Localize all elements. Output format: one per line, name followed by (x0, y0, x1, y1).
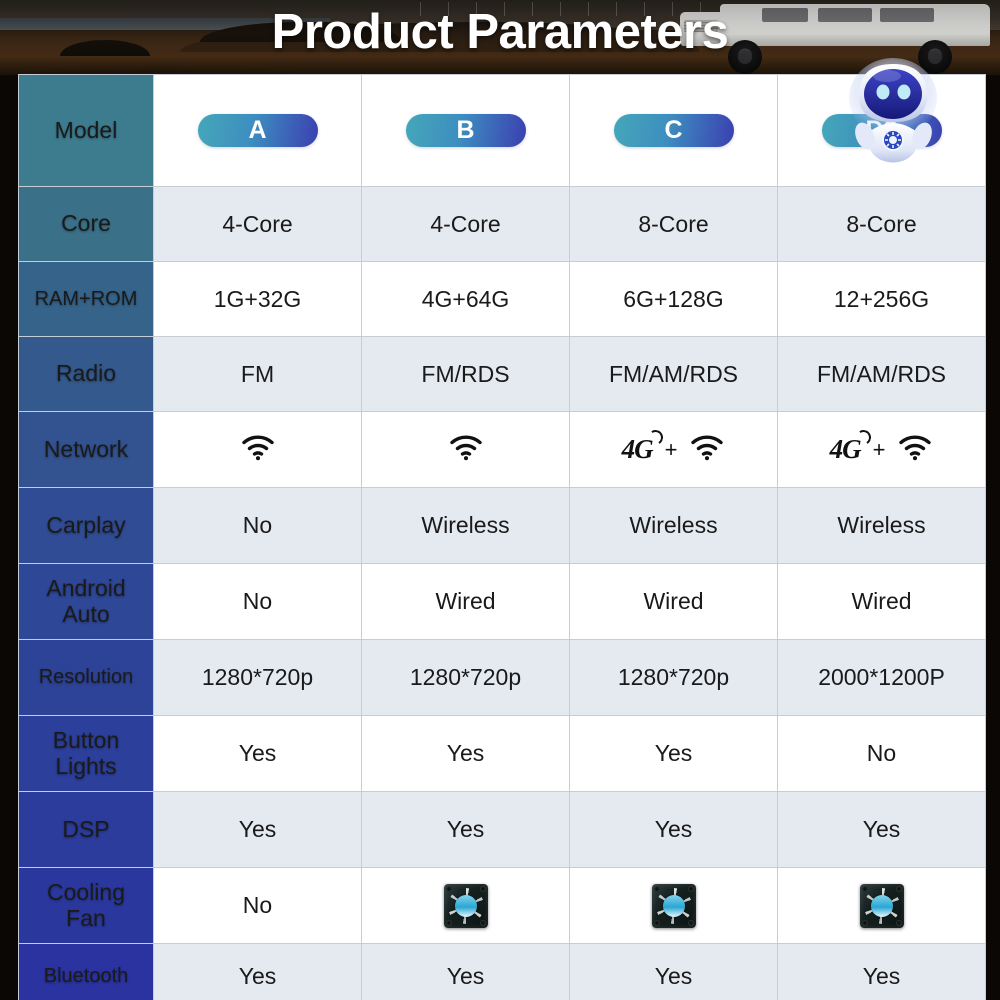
4g-icon: 4G (622, 428, 664, 465)
cell-dsp-c: Yes (569, 791, 778, 868)
row-label-cooling-fan: Cooling Fan (18, 867, 154, 944)
4g-icon: 4G (830, 428, 872, 465)
page-title: Product Parameters (271, 5, 729, 59)
cell-radio-a: FM (153, 336, 362, 412)
product-parameters-page: Product Parameters Model A B C D2 Core 4… (0, 0, 1000, 1000)
row-label-line2: Auto (62, 600, 110, 627)
cell-network-d: 4G + (777, 411, 986, 488)
cell-resolution-d: 2000*1200P (777, 639, 986, 716)
cell-ram-d: 12+256G (777, 261, 986, 337)
cell-network-c: 4G + (569, 411, 778, 488)
table-row-carplay: Carplay No Wireless Wireless Wireless (18, 487, 986, 564)
cell-ram-b: 4G+64G (361, 261, 570, 337)
cell-dsp-b: Yes (361, 791, 570, 868)
table-row-dsp: DSP Yes Yes Yes Yes (18, 791, 986, 868)
wifi-icon (240, 433, 276, 467)
table-row-button-lights: Button Lights Yes Yes Yes No (18, 715, 986, 792)
cell-bluetooth-b: Yes (361, 943, 570, 1000)
cell-androidauto-b: Wired (361, 563, 570, 640)
cell-carplay-c: Wireless (569, 487, 778, 564)
cell-radio-d: FM/AM/RDS (777, 336, 986, 412)
cell-radio-c: FM/AM/RDS (569, 336, 778, 412)
row-label-dsp: DSP (18, 791, 154, 868)
table-row-core: Core 4-Core 4-Core 8-Core 8-Core (18, 186, 986, 262)
table-row-network: Network 4G + 4G + (18, 411, 986, 488)
cell-carplay-d: Wireless (777, 487, 986, 564)
cell-coolingfan-c (569, 867, 778, 944)
cell-buttonlights-b: Yes (361, 715, 570, 792)
cell-coolingfan-a: No (153, 867, 362, 944)
wifi-icon (689, 433, 725, 467)
table-row-resolution: Resolution 1280*720p 1280*720p 1280*720p… (18, 639, 986, 716)
table-row-radio: Radio FM FM/RDS FM/AM/RDS FM/AM/RDS (18, 336, 986, 412)
cell-carplay-b: Wireless (361, 487, 570, 564)
cell-model-c[interactable]: C (569, 74, 778, 187)
table-row-android-auto: Android Auto No Wired Wired Wired (18, 563, 986, 640)
row-label-model: Model (18, 74, 154, 187)
row-label-network: Network (18, 411, 154, 488)
cell-bluetooth-d: Yes (777, 943, 986, 1000)
cell-model-b[interactable]: B (361, 74, 570, 187)
model-pill-b[interactable]: B (405, 114, 526, 147)
row-label-line2: Lights (55, 752, 117, 779)
model-pill-c[interactable]: C (613, 114, 734, 147)
table-row-model: Model A B C D2 (18, 74, 986, 187)
cell-carplay-a: No (153, 487, 362, 564)
row-label-bluetooth: Bluetooth (18, 943, 154, 1000)
cell-resolution-b: 1280*720p (361, 639, 570, 716)
cell-buttonlights-a: Yes (153, 715, 362, 792)
row-label-line1: Cooling (47, 878, 125, 905)
cell-bluetooth-a: Yes (153, 943, 362, 1000)
row-label-radio: Radio (18, 336, 154, 412)
cell-coolingfan-d (777, 867, 986, 944)
cell-core-d: 8-Core (777, 186, 986, 262)
cell-model-d[interactable]: D2 (777, 74, 986, 187)
row-label-resolution: Resolution (18, 639, 154, 716)
cell-androidauto-a: No (153, 563, 362, 640)
table-row-bluetooth: Bluetooth Yes Yes Yes Yes (18, 943, 986, 1000)
row-label-core: Core (18, 186, 154, 262)
model-pill-d[interactable]: D2 (821, 114, 942, 147)
cell-buttonlights-c: Yes (569, 715, 778, 792)
wifi-icon (897, 433, 933, 467)
cell-radio-b: FM/RDS (361, 336, 570, 412)
cooling-fan-icon (443, 883, 488, 928)
cell-core-b: 4-Core (361, 186, 570, 262)
cell-network-a (153, 411, 362, 488)
table-row-cooling-fan: Cooling Fan No (18, 867, 986, 944)
wifi-icon (448, 433, 484, 467)
row-label-carplay: Carplay (18, 487, 154, 564)
cell-core-c: 8-Core (569, 186, 778, 262)
row-label-line1: Button (52, 726, 120, 753)
cell-resolution-a: 1280*720p (153, 639, 362, 716)
cell-androidauto-d: Wired (777, 563, 986, 640)
cell-core-a: 4-Core (153, 186, 362, 262)
cell-ram-c: 6G+128G (569, 261, 778, 337)
row-label-android-auto: Android Auto (18, 563, 154, 640)
plus-symbol: + (664, 436, 678, 462)
model-pill-a[interactable]: A (197, 114, 318, 147)
cell-ram-a: 1G+32G (153, 261, 362, 337)
row-label-line2: Fan (66, 904, 106, 931)
table-row-ram-rom: RAM+ROM 1G+32G 4G+64G 6G+128G 12+256G (18, 261, 986, 337)
cell-network-b (361, 411, 570, 488)
cell-bluetooth-c: Yes (569, 943, 778, 1000)
spec-table: Model A B C D2 Core 4-Core 4-Core 8-Core… (18, 74, 986, 1000)
cell-androidauto-c: Wired (569, 563, 778, 640)
cell-buttonlights-d: No (777, 715, 986, 792)
row-label-line1: Android (46, 574, 126, 601)
row-label-button-lights: Button Lights (18, 715, 154, 792)
row-label-ram-rom: RAM+ROM (18, 261, 154, 337)
spec-table-container: Model A B C D2 Core 4-Core 4-Core 8-Core… (18, 74, 986, 1000)
cell-dsp-d: Yes (777, 791, 986, 868)
cell-dsp-a: Yes (153, 791, 362, 868)
cell-resolution-c: 1280*720p (569, 639, 778, 716)
plus-symbol: + (872, 436, 886, 462)
cooling-fan-icon (859, 883, 904, 928)
cooling-fan-icon (651, 883, 696, 928)
cell-coolingfan-b (361, 867, 570, 944)
cell-model-a[interactable]: A (153, 74, 362, 187)
